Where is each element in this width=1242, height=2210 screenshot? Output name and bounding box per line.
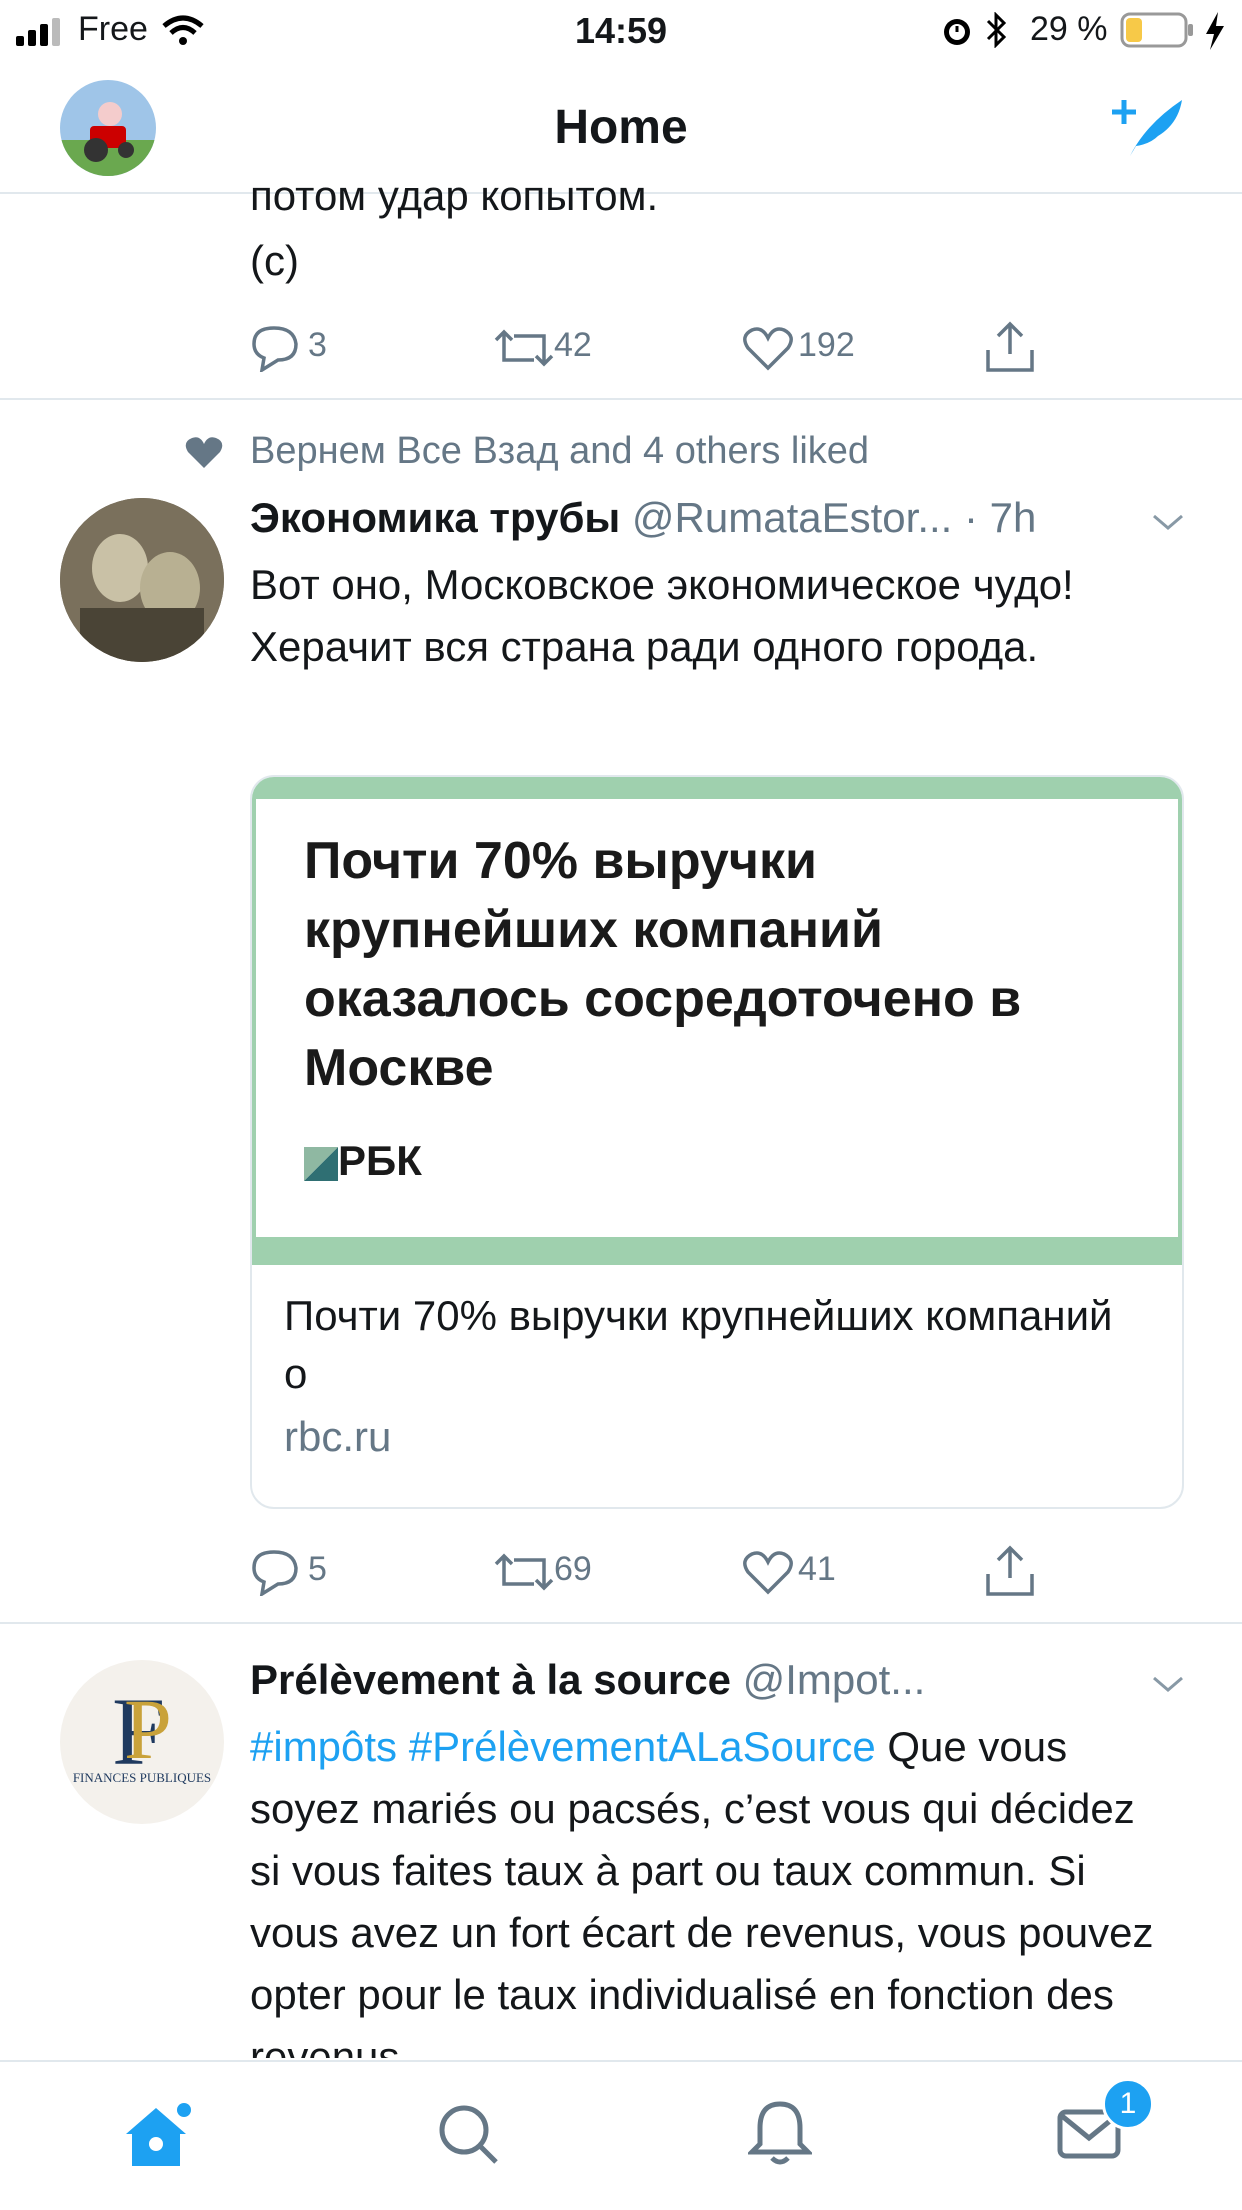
link-card[interactable]: Почти 70% выручки крупнейших компаний ок…: [250, 775, 1184, 1509]
status-bar: Free 14:59 29 %: [0, 0, 1242, 62]
social-context[interactable]: Вернем Все Взад and 4 others liked: [250, 430, 869, 473]
card-image-headline: Почти 70% выручки крупнейших компаний ок…: [304, 832, 1022, 1097]
rbk-logo-text: РБК: [338, 1137, 422, 1184]
liked-heart-icon: [185, 437, 223, 468]
chevron-down-icon[interactable]: [1150, 1672, 1186, 1696]
author-avatar[interactable]: F P FINANCES PUBLIQUES: [60, 1660, 224, 1824]
like-count: 41: [798, 1550, 836, 1588]
share-icon[interactable]: [984, 320, 1036, 374]
handle[interactable]: @RumataEstor...: [632, 494, 952, 541]
compose-tweet-icon[interactable]: [1106, 94, 1186, 160]
retweet-count: 69: [554, 1550, 592, 1588]
card-description: Почти 70% выручки крупнейших компаний о: [284, 1292, 1113, 1397]
tweet-text: Вот оно, Московское экономическое чудо! …: [250, 561, 1074, 670]
tweet-text-line: потом удар копытом.: [250, 172, 659, 219]
like-count: 192: [798, 326, 855, 364]
timestamp[interactable]: · 7h: [964, 494, 1036, 541]
retweet-icon[interactable]: [494, 1548, 554, 1596]
like-icon[interactable]: [742, 324, 794, 372]
rbk-logo: РБК: [304, 1137, 422, 1185]
page-title: Home: [554, 101, 688, 154]
tweet-text: #impôts #PrélèvementALaSource Que vous s…: [250, 1716, 1170, 2058]
retweet-count: 42: [554, 326, 592, 364]
share-icon[interactable]: [984, 1544, 1036, 1598]
reply-icon[interactable]: [250, 324, 300, 372]
card-domain: rbc.ru: [284, 1413, 392, 1460]
alarm-icon: [944, 19, 970, 45]
display-name[interactable]: Экономика трубы: [250, 494, 620, 541]
like-icon[interactable]: [742, 1548, 794, 1596]
charging-icon: [1206, 12, 1224, 50]
svg-text:P: P: [124, 1681, 172, 1777]
reply-icon[interactable]: [250, 1548, 300, 1596]
avatar-caption: FINANCES PUBLIQUES: [72, 1770, 212, 1785]
tweet-author-line: Prélèvement à la source @Impot...: [250, 1656, 925, 1704]
reply-count: 3: [308, 326, 327, 364]
retweet-icon[interactable]: [494, 324, 554, 372]
battery-percent: 29 %: [1030, 10, 1108, 48]
messages-badge: 1: [1102, 2078, 1154, 2130]
bottom-tab-bar: [0, 2060, 1242, 2210]
notifications-icon[interactable]: [748, 2098, 812, 2168]
tweet-divider: [0, 1622, 1242, 1624]
hashtag-link[interactable]: #PrélèvementALaSource: [409, 1723, 876, 1770]
author-avatar[interactable]: [60, 498, 224, 662]
bluetooth-icon: [986, 12, 1007, 48]
reply-count: 5: [308, 1550, 327, 1588]
hashtag-link[interactable]: #impôts: [250, 1723, 397, 1770]
rbk-logo-icon: [304, 1146, 338, 1181]
chevron-down-icon[interactable]: [1150, 510, 1186, 534]
search-icon[interactable]: [436, 2102, 500, 2166]
home-icon[interactable]: [120, 2100, 192, 2170]
tweet-text-line: (с): [250, 237, 299, 284]
tweet-body: Que vous soyez mariés ou pacsés, c’est v…: [250, 1723, 1154, 2058]
tweet-divider: [0, 398, 1242, 400]
card-image: Почти 70% выручки крупнейших компаний ок…: [252, 777, 1182, 1265]
handle[interactable]: @Impot...: [743, 1656, 926, 1703]
tweet-author-line: Экономика трубы @RumataEstor... · 7h: [250, 494, 1036, 542]
battery-icon: [1120, 12, 1193, 48]
display-name[interactable]: Prélèvement à la source: [250, 1656, 731, 1703]
